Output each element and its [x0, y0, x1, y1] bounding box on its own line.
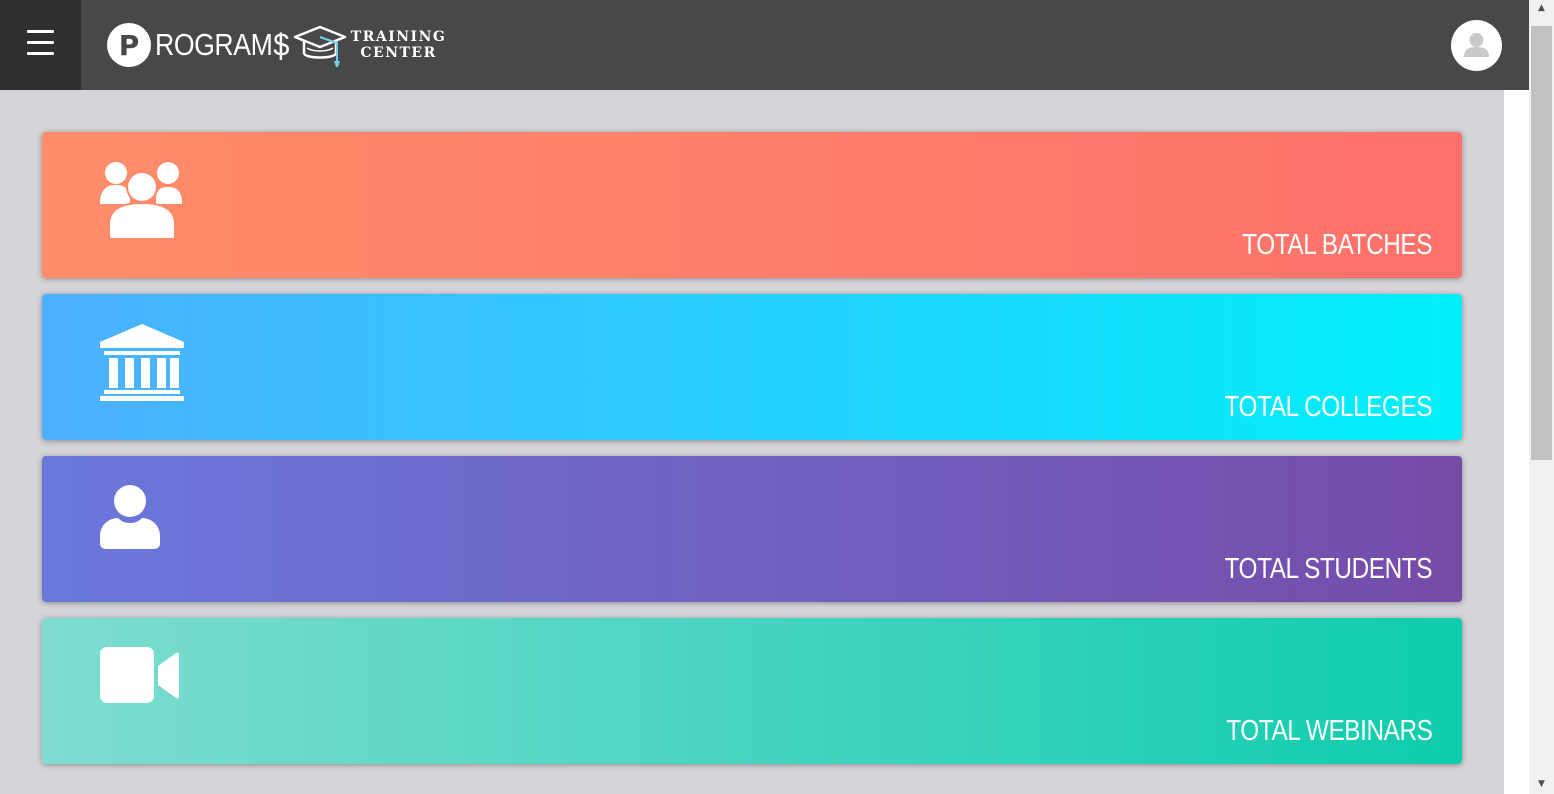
users-group-icon [100, 162, 184, 238]
total-students-label: TOTAL STUDENTS [1224, 553, 1432, 585]
video-camera-icon [100, 647, 179, 703]
university-icon [100, 324, 184, 401]
user-avatar-icon [1464, 33, 1489, 57]
logo-center-text: CENTER [360, 45, 437, 61]
page-scrollbar[interactable]: ▲ ▼ [1529, 0, 1554, 794]
total-webinars-label: TOTAL WEBINARS [1225, 715, 1433, 747]
total-batches-label: TOTAL BATCHES [1242, 229, 1432, 261]
menu-toggle-button[interactable] [0, 0, 81, 90]
hamburger-icon [27, 52, 54, 55]
app-logo[interactable]: P ROGRAMS | TRAINING CENTER [107, 21, 446, 69]
scroll-down-icon[interactable]: ▼ [1529, 776, 1554, 792]
content-right-gutter [1504, 90, 1529, 794]
user-avatar-button[interactable] [1451, 20, 1502, 71]
total-webinars-card[interactable]: TOTAL WEBINARS [42, 618, 1462, 764]
logo-wordmark: ROGRAMS [155, 27, 290, 62]
total-students-card[interactable]: TOTAL STUDENTS [42, 456, 1462, 602]
scrollbar-thumb[interactable] [1531, 26, 1552, 460]
graduation-cap-icon [293, 25, 347, 67]
total-colleges-card[interactable]: TOTAL COLLEGES [42, 294, 1462, 440]
user-icon [100, 485, 160, 549]
total-colleges-label: TOTAL COLLEGES [1224, 391, 1432, 423]
logo-training-text: TRAINING [350, 29, 447, 45]
top-navbar: P ROGRAMS | TRAINING CENTER [0, 0, 1529, 90]
hamburger-icon [27, 30, 54, 33]
logo-training-center: TRAINING CENTER [351, 29, 447, 61]
hamburger-icon [27, 41, 54, 44]
total-batches-card[interactable]: TOTAL BATCHES [42, 132, 1462, 278]
logo-p-badge: P [107, 23, 151, 67]
scroll-up-icon[interactable]: ▲ [1529, 0, 1554, 16]
